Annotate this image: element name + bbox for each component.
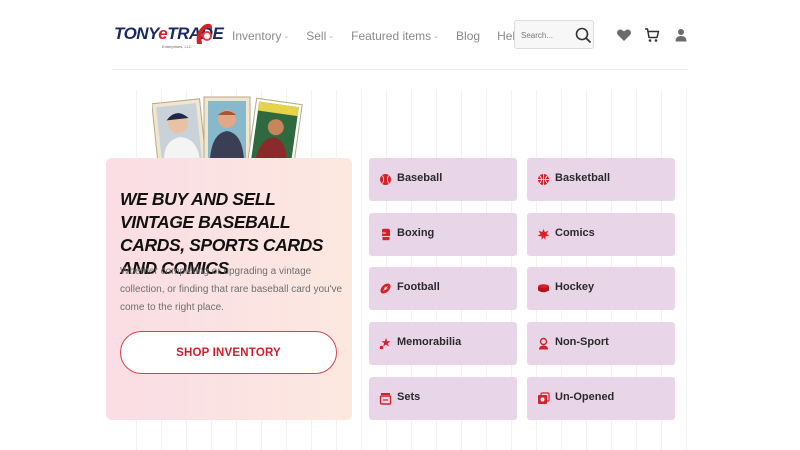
nav-item-featured-items[interactable]: Featured items ⌄ [351, 29, 439, 43]
logo-swoosh-icon [196, 23, 213, 44]
category-label: Comics [555, 227, 595, 239]
sets-icon [379, 393, 392, 405]
vintage-cards-image [152, 96, 303, 161]
unopened-icon [538, 392, 550, 404]
category-label: Sets [397, 391, 421, 403]
shop-inventory-button[interactable]: SHOP INVENTORY [120, 331, 337, 374]
football-icon [380, 283, 391, 294]
search-input[interactable] [521, 27, 569, 43]
hockey-puck-icon [538, 284, 549, 293]
hero-panel: WE BUY AND SELL VINTAGE BASEBALL CARDS, … [106, 158, 352, 420]
comics-icon [537, 229, 550, 240]
chevron-down-icon: ⌄ [433, 33, 440, 40]
category-baseball[interactable]: Baseball [369, 158, 517, 201]
category-basketball[interactable]: Basketball [527, 158, 675, 201]
logo-text-1: TONY [114, 24, 159, 43]
category-non-sport[interactable]: Non-Sport [527, 322, 675, 365]
category-memorabilia[interactable]: Memorabilia [369, 322, 517, 365]
memorabilia-icon [379, 338, 391, 350]
chevron-down-icon: ⌄ [328, 33, 335, 40]
cart-icon[interactable] [644, 27, 660, 43]
category-label: Baseball [397, 172, 443, 184]
nav-label: Sell [306, 29, 327, 43]
category-label: Hockey [555, 281, 595, 293]
hero-description: Whether completing or upgrading a vintag… [120, 266, 343, 313]
category-label: Football [397, 281, 440, 293]
non-sport-icon [539, 337, 548, 350]
category-comics[interactable]: Comics [527, 213, 675, 256]
basketball-icon [538, 174, 549, 185]
site-header: TONYeTRADE Enterprises, LLC Inventory ⌄ S… [112, 14, 688, 58]
main-nav: Inventory ⌄ Sell ⌄ Featured items ⌄ Blog He… [232, 14, 547, 58]
boxing-glove-icon [382, 228, 390, 241]
search-icon[interactable] [573, 25, 593, 45]
category-un-opened[interactable]: Un-Opened [527, 377, 675, 420]
user-icon[interactable] [673, 27, 689, 43]
nav-label: Blog [456, 29, 481, 43]
nav-label: Inventory [232, 29, 282, 43]
baseball-icon [380, 174, 391, 185]
logo-subtitle: Enterprises, LLC [162, 44, 192, 49]
category-label: Un-Opened [555, 391, 615, 403]
nav-label: Featured items [351, 29, 432, 43]
search-box [514, 20, 594, 49]
site-logo[interactable]: TONYeTRADE Enterprises, LLC [112, 20, 224, 52]
header-divider [112, 69, 688, 70]
category-label: Memorabilia [397, 336, 462, 348]
category-sets[interactable]: Sets [369, 377, 517, 420]
category-hockey[interactable]: Hockey [527, 267, 675, 310]
category-label: Basketball [555, 172, 611, 184]
category-label: Boxing [397, 227, 435, 239]
nav-item-blog[interactable]: Blog [456, 29, 480, 43]
category-boxing[interactable]: Boxing [369, 213, 517, 256]
chevron-down-icon: ⌄ [283, 33, 290, 40]
nav-item-sell[interactable]: Sell ⌄ [306, 29, 334, 43]
category-football[interactable]: Football [369, 267, 517, 310]
nav-item-inventory[interactable]: Inventory ⌄ [232, 29, 289, 43]
heart-icon[interactable] [616, 27, 632, 43]
category-label: Non-Sport [555, 336, 609, 348]
logo-text-2: e [158, 24, 168, 43]
